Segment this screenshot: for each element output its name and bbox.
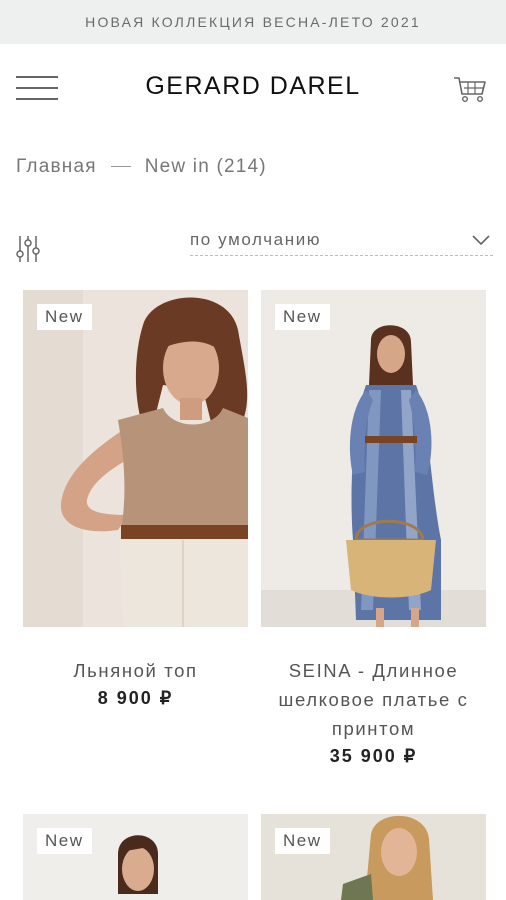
new-badge: New <box>37 828 92 854</box>
new-badge: New <box>275 304 330 330</box>
cart-icon[interactable] <box>452 74 488 104</box>
product-card[interactable]: New SEINA - Длинное шелковое платье с пр… <box>261 290 486 770</box>
product-image[interactable]: New <box>261 290 486 627</box>
breadcrumb: Главная New in (214) <box>16 156 267 178</box>
breadcrumb-home-link[interactable]: Главная <box>16 156 97 177</box>
product-card[interactable]: New <box>261 814 486 900</box>
product-name[interactable]: Льняной топ <box>23 656 248 685</box>
new-badge: New <box>275 828 330 854</box>
product-card[interactable]: New <box>23 814 248 900</box>
sort-selected-value: по умолчанию <box>190 230 322 249</box>
product-name[interactable]: SEINA - Длинное шелковое платье с принто… <box>261 656 486 743</box>
product-image[interactable]: New <box>261 814 486 900</box>
breadcrumb-current: New in (214) <box>144 156 267 177</box>
promo-banner: НОВАЯ КОЛЛЕКЦИЯ ВЕСНА-ЛЕТО 2021 <box>0 0 506 44</box>
chevron-down-icon <box>472 235 490 246</box>
sort-select[interactable]: по умолчанию <box>190 226 493 256</box>
brand-logo[interactable]: GERARD DAREL <box>0 72 506 101</box>
new-badge: New <box>37 304 92 330</box>
site-header: GERARD DAREL <box>0 44 506 132</box>
breadcrumb-separator <box>110 166 131 168</box>
product-price: 35 900 ₽ <box>329 746 418 766</box>
promo-banner-text: НОВАЯ КОЛЛЕКЦИЯ ВЕСНА-ЛЕТО 2021 <box>85 14 421 30</box>
product-image[interactable]: New <box>23 290 248 627</box>
filter-icon[interactable] <box>16 234 44 264</box>
product-price: 8 900 ₽ <box>97 688 174 708</box>
product-card[interactable]: New Льняной топ 8 900 ₽ <box>23 290 248 720</box>
product-image[interactable]: New <box>23 814 248 900</box>
